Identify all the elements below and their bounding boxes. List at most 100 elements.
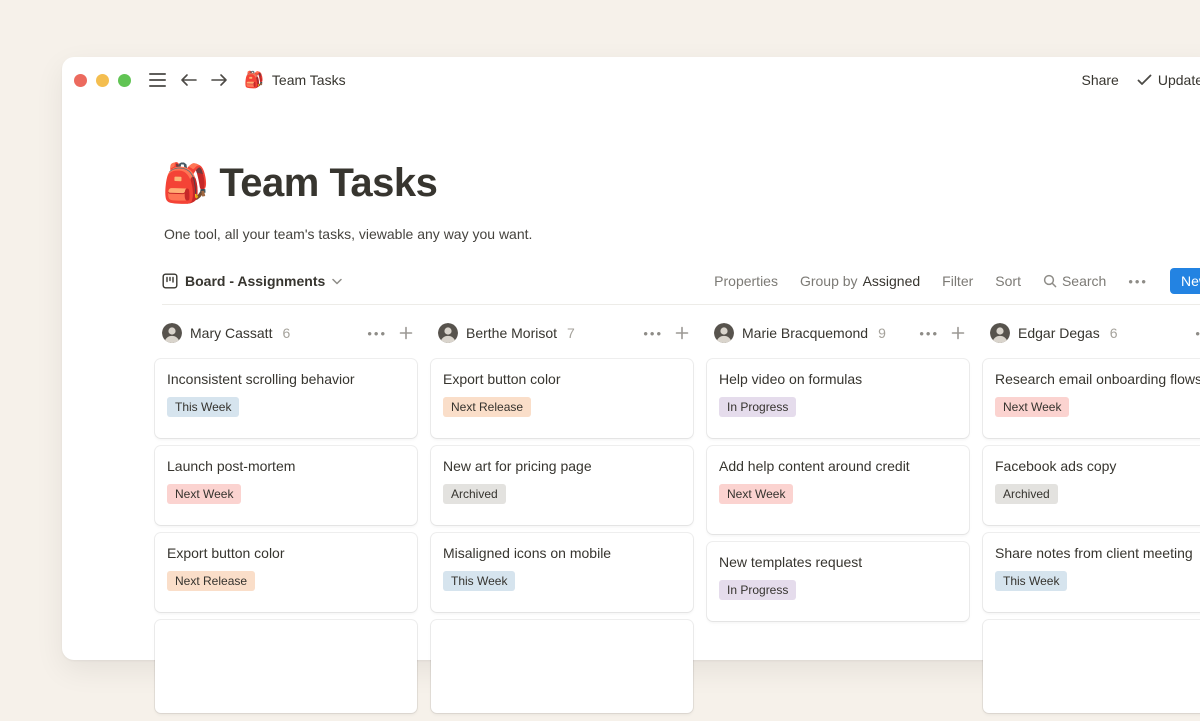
column-cards: Help video on formulasIn Progress Add hel…	[707, 359, 969, 621]
document-emoji-icon: 🎒	[244, 70, 264, 90]
column-header: Edgar Degas 6 •••	[983, 319, 1200, 347]
avatar	[438, 323, 458, 343]
card-title: Inconsistent scrolling behavior	[167, 370, 405, 388]
card-title: Launch post-mortem	[167, 457, 405, 475]
status-pill: Next Week	[167, 484, 241, 504]
status-pill: In Progress	[719, 580, 796, 600]
document-title: Team Tasks	[272, 72, 346, 88]
board-card[interactable]: Misaligned icons on mobile This Week	[431, 533, 693, 612]
status-row: In Progress	[719, 397, 957, 417]
status-pill: This Week	[443, 571, 515, 591]
board-card[interactable]: Export button color Next Release	[431, 359, 693, 438]
board-card[interactable]: Add help content around credit Next Week	[707, 446, 969, 534]
board-card[interactable]: Inconsistent scrolling behavior This Week	[155, 359, 417, 438]
column-header-actions: •••	[643, 326, 689, 341]
share-button[interactable]: Share	[1081, 72, 1118, 88]
column-more-button[interactable]: •••	[643, 326, 663, 341]
column-header-actions: •••	[367, 326, 413, 341]
column-count: 7	[567, 325, 575, 341]
back-button[interactable]	[180, 73, 198, 87]
status-pill: Next Week	[995, 397, 1069, 417]
column-count: 6	[282, 325, 290, 341]
column-name: Berthe Morisot	[466, 325, 557, 341]
column-header: Berthe Morisot 7 •••	[431, 319, 693, 347]
avatar	[162, 323, 182, 343]
board-card[interactable]	[431, 620, 693, 713]
column-more-button[interactable]: •••	[1195, 326, 1200, 341]
menu-icon[interactable]	[149, 73, 166, 87]
board-card[interactable]: Export button color Next Release	[155, 533, 417, 612]
sort-button[interactable]: Sort	[995, 273, 1021, 289]
column-more-button[interactable]: •••	[919, 326, 939, 341]
card-title: New templates request	[719, 553, 957, 571]
card-title: Share notes from client meeting	[995, 544, 1200, 562]
toolbar-divider	[162, 304, 1200, 305]
check-icon	[1137, 74, 1152, 86]
window-titlebar: 🎒 Team Tasks Share Updates	[62, 57, 1200, 103]
avatar	[714, 323, 734, 343]
column-name: Edgar Degas	[1018, 325, 1100, 341]
status-row: In Progress	[719, 580, 957, 600]
status-pill: Next Release	[167, 571, 255, 591]
status-pill: Archived	[995, 484, 1058, 504]
column-name: Mary Cassatt	[190, 325, 272, 341]
board-card[interactable]	[155, 620, 417, 713]
zoom-button[interactable]	[118, 74, 131, 87]
status-pill: Archived	[443, 484, 506, 504]
card-title: Export button color	[443, 370, 681, 388]
search-button[interactable]: Search	[1043, 273, 1106, 289]
board-card[interactable]: Research email onboarding flows Next Week	[983, 359, 1200, 438]
view-toolbar: Board - Assignments Properties Group by …	[162, 268, 1200, 294]
kanban-board[interactable]: Mary Cassatt 6 ••• Inconsistent scrolling b…	[155, 319, 1200, 721]
status-pill: In Progress	[719, 397, 796, 417]
card-title: Facebook ads copy	[995, 457, 1200, 475]
column-count: 9	[878, 325, 886, 341]
status-row: Next Release	[443, 397, 681, 417]
status-row: This Week	[995, 571, 1200, 591]
column-header-actions: •••	[919, 326, 965, 341]
board-view-icon	[162, 273, 178, 289]
board-card[interactable]: Share notes from client meeting This Week	[983, 533, 1200, 612]
search-icon	[1043, 274, 1057, 288]
column-header-actions: •••	[1195, 326, 1200, 341]
status-row: This Week	[167, 397, 405, 417]
card-title: Research email onboarding flows	[995, 370, 1200, 388]
status-pill: This Week	[995, 571, 1067, 591]
more-options-button[interactable]: •••	[1128, 274, 1148, 289]
board-card[interactable]: Launch post-mortem Next Week	[155, 446, 417, 525]
avatar	[990, 323, 1010, 343]
column-add-button[interactable]	[951, 326, 965, 340]
filter-button[interactable]: Filter	[942, 273, 973, 289]
updates-button[interactable]: Updates	[1137, 72, 1200, 88]
view-switcher[interactable]: Board - Assignments	[162, 273, 342, 289]
board-card[interactable]: New templates request In Progress	[707, 542, 969, 621]
column-cards: Export button color Next Release New art f…	[431, 359, 693, 713]
status-row: Next Week	[719, 484, 957, 504]
card-title: Misaligned icons on mobile	[443, 544, 681, 562]
status-pill: This Week	[167, 397, 239, 417]
column-add-button[interactable]	[675, 326, 689, 340]
board-card[interactable]: Help video on formulasIn Progress	[707, 359, 969, 438]
status-row: Next Release	[167, 571, 405, 591]
board-card[interactable]: Facebook ads copy Archived	[983, 446, 1200, 525]
column-more-button[interactable]: •••	[367, 326, 387, 341]
card-title: Export button color	[167, 544, 405, 562]
close-button[interactable]	[74, 74, 87, 87]
minimize-button[interactable]	[96, 74, 109, 87]
column-count: 6	[1110, 325, 1118, 341]
group-by-button[interactable]: Group by Assigned	[800, 273, 920, 289]
page-title: Team Tasks	[219, 161, 437, 206]
forward-button[interactable]	[210, 73, 228, 87]
column-add-button[interactable]	[399, 326, 413, 340]
board-card[interactable]: New art for pricing pageArchived	[431, 446, 693, 525]
page-subtitle: One tool, all your team's tasks, viewabl…	[164, 226, 1200, 242]
status-pill: Next Week	[719, 484, 793, 504]
properties-button[interactable]: Properties	[714, 273, 778, 289]
column-header: Marie Bracquemond9•••	[707, 319, 969, 347]
app-window: 🎒 Team Tasks Share Updates 🎒 Team Tasks …	[62, 57, 1200, 660]
board-card[interactable]	[983, 620, 1200, 713]
status-row: This Week	[443, 571, 681, 591]
card-title: Add help content around credit	[719, 457, 957, 475]
board-column: Mary Cassatt 6 ••• Inconsistent scrolling b…	[155, 319, 417, 721]
new-button[interactable]: New	[1170, 268, 1200, 294]
